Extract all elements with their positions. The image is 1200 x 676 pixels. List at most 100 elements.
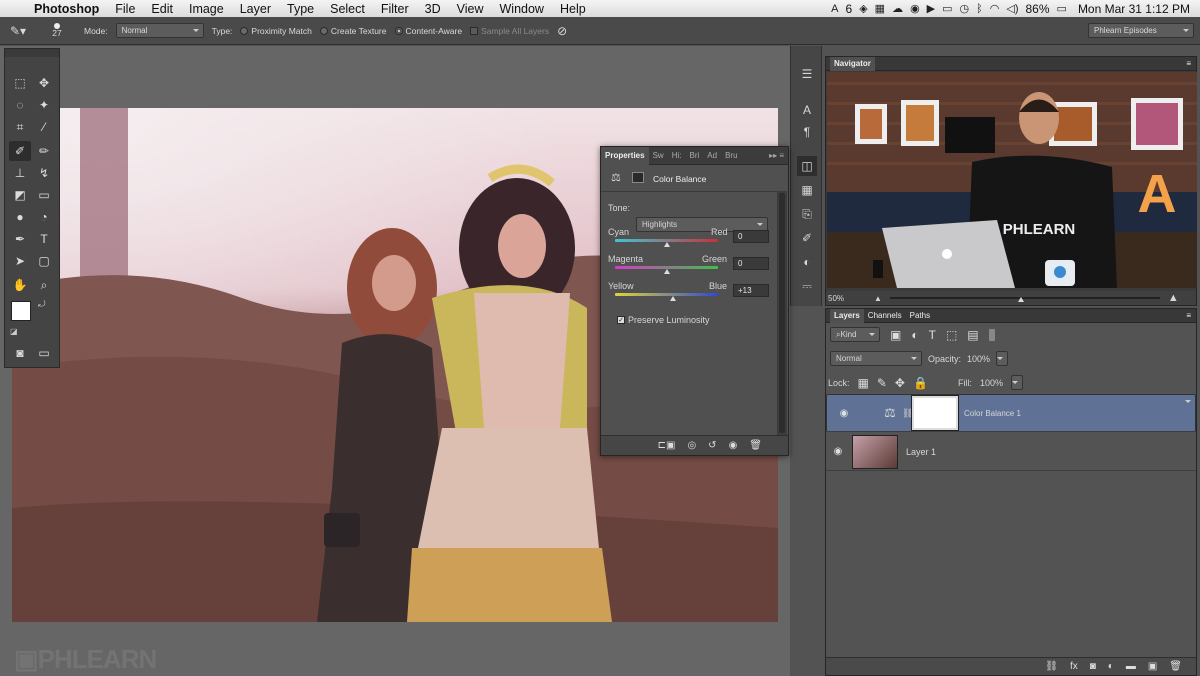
- wifi-icon[interactable]: ◠: [990, 2, 1000, 15]
- spot-healing-brush-icon[interactable]: ✐: [9, 141, 31, 161]
- layer-row-layer-1[interactable]: ◉ Layer 1: [826, 433, 1196, 471]
- view-previous-icon[interactable]: ◎: [687, 440, 696, 451]
- add-mask-icon[interactable]: ◙: [1090, 661, 1096, 672]
- zoom-in-icon[interactable]: ▲: [1168, 292, 1179, 304]
- histogram-panel-icon[interactable]: ⎘: [797, 204, 817, 224]
- filter-shape-icon[interactable]: ⬚: [946, 328, 957, 342]
- screen-mode-icon[interactable]: ▭: [33, 343, 55, 363]
- trash-icon[interactable]: 🗑: [749, 440, 762, 451]
- tab-brush[interactable]: Bru: [721, 147, 741, 165]
- menu-view[interactable]: View: [449, 2, 492, 16]
- chain-link-icon[interactable]: ⛓: [902, 408, 913, 419]
- type-tool-icon[interactable]: T: [33, 229, 55, 249]
- link-layers-icon[interactable]: ⛓: [1045, 661, 1058, 672]
- layer-name[interactable]: Color Balance 1: [964, 409, 1021, 418]
- display-icon[interactable]: ▭: [942, 2, 952, 15]
- type-proximity-match[interactable]: Proximity Match: [240, 26, 312, 36]
- time-machine-icon[interactable]: ◷: [960, 2, 970, 15]
- lock-all-icon[interactable]: 🔒: [913, 376, 928, 390]
- menu-file[interactable]: File: [107, 2, 143, 16]
- character-panel-icon[interactable]: A: [797, 100, 817, 120]
- menu-help[interactable]: Help: [552, 2, 594, 16]
- layer-name[interactable]: Layer 1: [906, 447, 936, 457]
- brush-picker[interactable]: 27: [46, 23, 68, 38]
- layer-row-color-balance[interactable]: ◉ ⚖ ⛓ Color Balance 1: [826, 394, 1196, 432]
- camera-icon[interactable]: ▶: [927, 2, 935, 15]
- tab-layers[interactable]: Layers: [830, 308, 864, 323]
- dodge-tool-icon[interactable]: ◔: [33, 207, 55, 227]
- cyan-red-thumb[interactable]: [663, 239, 670, 247]
- shape-tool-icon[interactable]: ▢: [33, 251, 55, 271]
- menu-select[interactable]: Select: [322, 2, 373, 16]
- menu-type[interactable]: Type: [279, 2, 322, 16]
- tools-panel-header[interactable]: [5, 49, 59, 57]
- navigator-menu-icon[interactable]: ≡: [1186, 59, 1196, 68]
- tab-navigator[interactable]: Navigator: [830, 56, 875, 71]
- adobe-icon[interactable]: A: [831, 3, 838, 15]
- zoom-out-icon[interactable]: ▲: [874, 294, 882, 303]
- opacity-dropdown[interactable]: [996, 351, 1009, 366]
- properties-panel-icon[interactable]: ◫: [797, 156, 817, 176]
- magic-wand-tool-icon[interactable]: ✦: [33, 95, 55, 115]
- zoom-tool-icon[interactable]: ⌕: [33, 275, 55, 295]
- record-icon[interactable]: ◉: [910, 2, 920, 15]
- mode-select[interactable]: Normal: [115, 23, 204, 38]
- layer-style-icon[interactable]: fx: [1070, 661, 1078, 672]
- layers-menu-icon[interactable]: ≡: [1186, 311, 1196, 320]
- default-colors-icon[interactable]: ◪: [10, 327, 18, 336]
- zoom-slider-thumb[interactable]: [1017, 294, 1024, 302]
- paragraph-panel-icon[interactable]: ¶: [797, 122, 817, 142]
- yellow-blue-thumb[interactable]: [670, 293, 677, 301]
- menu-app[interactable]: Photoshop: [30, 2, 107, 16]
- eraser-tool-icon[interactable]: ◩: [9, 185, 31, 205]
- layer-thumbnail[interactable]: [852, 434, 898, 469]
- filter-smart-object-icon[interactable]: ▤: [967, 328, 978, 342]
- properties-scrollbar[interactable]: [777, 191, 787, 435]
- dropbox-icon[interactable]: ◈: [859, 2, 867, 15]
- grid-icon[interactable]: ▦: [875, 2, 885, 15]
- cyan-red-value[interactable]: 0: [733, 230, 769, 243]
- tab-paths[interactable]: Paths: [906, 309, 934, 323]
- workspace-select[interactable]: Phlearn Episodes: [1088, 23, 1194, 38]
- clip-to-layer-icon[interactable]: ⊏▣: [658, 440, 676, 451]
- adjustments-panel-icon[interactable]: ◐: [797, 252, 817, 272]
- lasso-tool-icon[interactable]: ◌: [9, 95, 31, 115]
- crop-tool-icon[interactable]: ⌗: [9, 117, 31, 137]
- menu-3d[interactable]: 3D: [417, 2, 449, 16]
- layer-mask-thumbnail[interactable]: [912, 396, 958, 430]
- history-panel-icon[interactable]: ☰: [797, 64, 817, 84]
- lock-position-icon[interactable]: ✥: [895, 376, 905, 390]
- tab-histogram[interactable]: Hi:: [668, 147, 686, 165]
- visibility-eye-icon[interactable]: ◉: [834, 408, 854, 419]
- menu-filter[interactable]: Filter: [373, 2, 417, 16]
- fill-dropdown[interactable]: [1010, 375, 1023, 390]
- new-adjustment-icon[interactable]: ◐: [1108, 661, 1114, 672]
- filter-type-icon[interactable]: T: [929, 328, 936, 342]
- clock[interactable]: Mon Mar 31 1:12 PM: [1078, 2, 1190, 16]
- blur-tool-icon[interactable]: ●: [9, 207, 31, 227]
- brush-presets-icon[interactable]: ⎓: [797, 276, 817, 296]
- brush-tool-icon[interactable]: ✏: [33, 141, 55, 161]
- fill-value[interactable]: 100%: [980, 378, 1003, 388]
- bluetooth-icon[interactable]: ᛒ: [976, 3, 983, 15]
- blend-mode-select[interactable]: Normal: [830, 351, 922, 366]
- path-selection-icon[interactable]: ➤: [9, 251, 31, 271]
- type-create-texture[interactable]: Create Texture: [319, 26, 387, 36]
- reset-icon[interactable]: ↺: [708, 440, 716, 451]
- mask-icon[interactable]: [632, 172, 644, 183]
- new-group-icon[interactable]: ▬: [1126, 661, 1136, 672]
- foreground-color-swatch[interactable]: [11, 301, 31, 321]
- menu-layer[interactable]: Layer: [232, 2, 279, 16]
- panel-collapse-icon[interactable]: ▸▸ ≡: [769, 151, 788, 160]
- tab-channels[interactable]: Channels: [864, 309, 906, 323]
- zoom-level[interactable]: 50%: [826, 294, 874, 303]
- gradient-tool-icon[interactable]: ▭: [33, 185, 55, 205]
- magenta-green-value[interactable]: 0: [733, 257, 769, 270]
- tab-swatches[interactable]: Sw: [649, 147, 668, 165]
- opacity-value[interactable]: 100%: [967, 354, 990, 364]
- spot-healing-tool-icon[interactable]: ✎▾: [10, 24, 38, 38]
- battery-icon[interactable]: ▭: [1057, 2, 1067, 15]
- new-layer-icon[interactable]: ▣: [1148, 661, 1157, 672]
- yellow-blue-track[interactable]: [615, 293, 718, 296]
- preserve-luminosity[interactable]: ✓ Preserve Luminosity: [617, 315, 710, 325]
